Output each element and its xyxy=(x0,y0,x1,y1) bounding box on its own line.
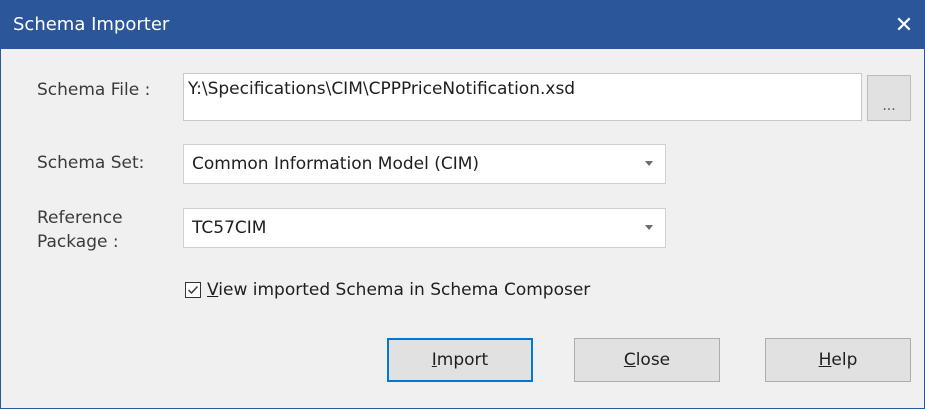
help-button-label: Help xyxy=(818,350,858,370)
close-button[interactable]: Close xyxy=(574,338,720,382)
close-button-label: Close xyxy=(623,350,671,370)
view-in-composer-checkbox[interactable] xyxy=(185,282,201,298)
schema-set-dropdown[interactable]: Common Information Model (CIM) xyxy=(183,144,666,184)
close-window-button[interactable]: ✕ xyxy=(884,1,924,49)
schema-file-input[interactable]: Y:\Specifications\CIM\CPPPriceNotificati… xyxy=(183,73,862,121)
title-bar[interactable]: Schema Importer ✕ xyxy=(1,1,924,49)
schema-set-label: Schema Set: xyxy=(37,153,145,173)
reference-package-value: TC57CIM xyxy=(192,218,267,238)
chevron-down-icon xyxy=(645,225,653,230)
window-title: Schema Importer xyxy=(13,14,170,35)
view-in-composer-label: View imported Schema in Schema Composer xyxy=(207,280,591,300)
chevron-down-icon xyxy=(645,161,653,166)
schema-file-value: Y:\Specifications\CIM\CPPPriceNotificati… xyxy=(188,79,576,99)
import-button-label: Import xyxy=(431,350,489,370)
reference-package-label-line2: Package : xyxy=(37,232,119,252)
view-in-composer-option[interactable]: View imported Schema in Schema Composer xyxy=(185,280,590,300)
schema-file-label: Schema File : xyxy=(37,80,151,100)
reference-package-label-line1: Reference xyxy=(37,208,123,228)
help-button[interactable]: Help xyxy=(765,338,911,382)
import-button[interactable]: Import xyxy=(387,338,533,382)
checkmark-icon xyxy=(188,286,199,295)
schema-set-value: Common Information Model (CIM) xyxy=(192,154,480,174)
ellipsis-icon: ... xyxy=(882,98,896,114)
close-icon: ✕ xyxy=(894,12,914,38)
browse-file-button[interactable]: ... xyxy=(867,75,911,121)
schema-importer-dialog: Schema Importer ✕ Schema File : Y:\Speci… xyxy=(0,0,925,409)
reference-package-dropdown[interactable]: TC57CIM xyxy=(183,208,666,248)
